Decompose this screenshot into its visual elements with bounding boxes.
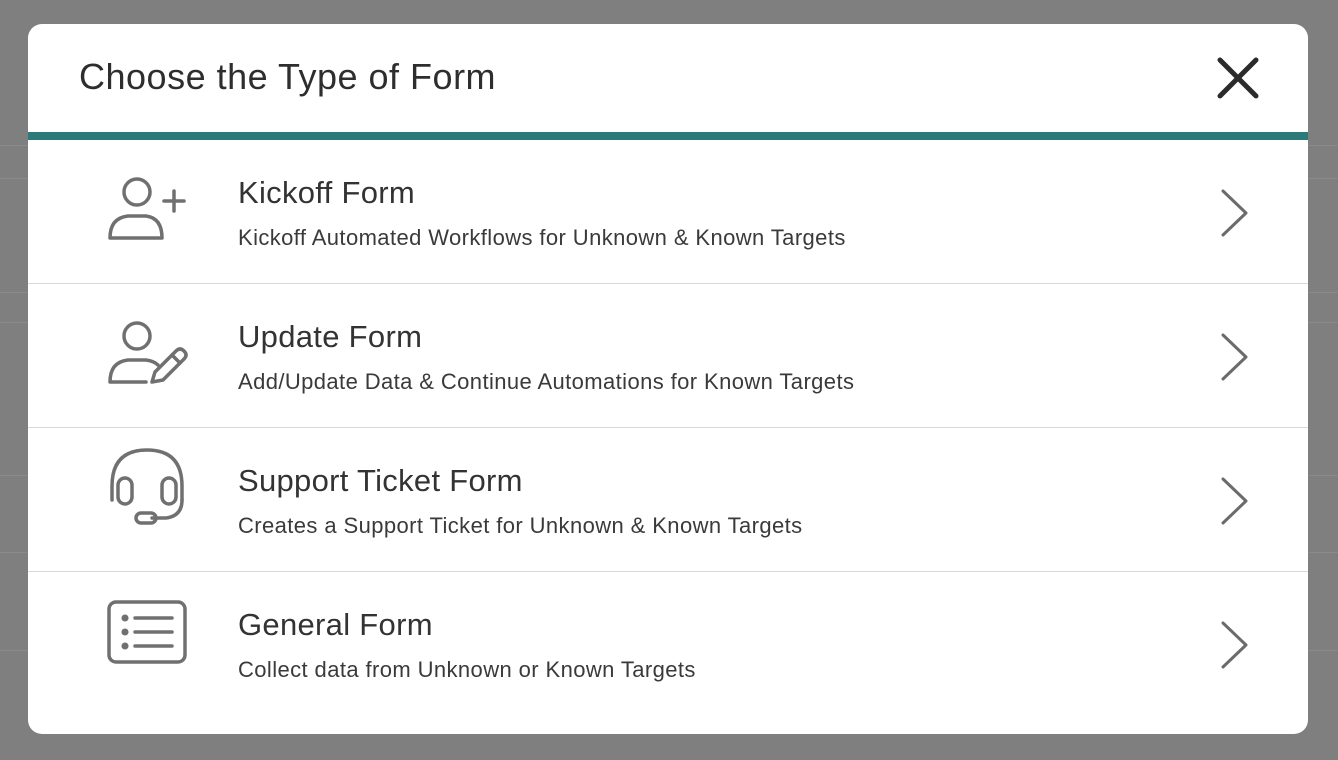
option-description: Add/Update Data & Continue Automations f… bbox=[238, 369, 855, 394]
option-support-ticket-form[interactable]: Support Ticket Form Creates a Support Ti… bbox=[28, 428, 1308, 572]
person-add-icon bbox=[106, 174, 190, 258]
option-description: Creates a Support Ticket for Unknown & K… bbox=[238, 513, 803, 538]
chevron-right-icon bbox=[1218, 476, 1250, 526]
list-icon bbox=[106, 598, 190, 682]
option-title: Support Ticket Form bbox=[238, 463, 523, 498]
chevron-right-icon bbox=[1218, 188, 1250, 238]
close-button[interactable] bbox=[1216, 56, 1260, 100]
option-title: Update Form bbox=[238, 319, 423, 354]
option-kickoff-form[interactable]: Kickoff Form Kickoff Automated Workflows… bbox=[28, 140, 1308, 284]
option-description: Collect data from Unknown or Known Targe… bbox=[238, 657, 696, 682]
chevron-right-icon bbox=[1218, 620, 1250, 670]
modal-header: Choose the Type of Form bbox=[28, 24, 1308, 140]
chevron-right-icon bbox=[1218, 332, 1250, 382]
option-general-form[interactable]: General Form Collect data from Unknown o… bbox=[28, 572, 1308, 715]
close-icon bbox=[1217, 57, 1259, 99]
person-edit-icon bbox=[106, 318, 190, 402]
headset-icon bbox=[106, 446, 190, 530]
option-title: Kickoff Form bbox=[238, 175, 416, 210]
option-update-form[interactable]: Update Form Add/Update Data & Continue A… bbox=[28, 284, 1308, 428]
option-title: General Form bbox=[238, 607, 433, 642]
option-description: Kickoff Automated Workflows for Unknown … bbox=[238, 225, 846, 250]
modal-title: Choose the Type of Form bbox=[79, 56, 497, 97]
form-type-modal: Choose the Type of Form Kickoff Form Kic… bbox=[28, 24, 1308, 734]
